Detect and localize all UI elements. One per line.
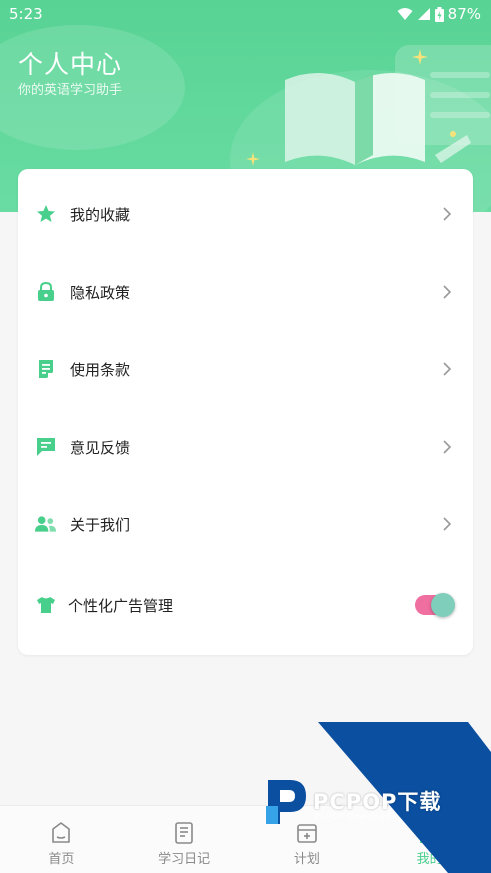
diary-icon [175, 822, 193, 844]
tab-label: 首页 [48, 852, 75, 867]
sparkle-icon [450, 131, 456, 137]
shirt-icon [35, 595, 56, 616]
tab-label: 计划 [293, 852, 320, 867]
menu-label: 我的收藏 [70, 205, 131, 224]
wifi-icon [397, 8, 413, 20]
toggle-knob[interactable] [431, 593, 455, 617]
chevron-right-icon [443, 362, 452, 376]
page-subtitle: 你的英语学习助手 [18, 83, 123, 98]
tab-home[interactable]: 首页 [0, 806, 123, 873]
home-icon [52, 822, 71, 843]
chevron-right-icon [443, 285, 452, 299]
chevron-right-icon [443, 207, 452, 221]
signal-icon [417, 8, 430, 20]
personalized-ads-toggle[interactable] [415, 593, 455, 617]
menu-item-about[interactable]: 关于我们 [18, 494, 473, 554]
watermark-subtext: PCPOP Download [315, 812, 391, 821]
status-time: 5:23 [9, 5, 43, 23]
menu-item-favorites[interactable]: 我的收藏 [18, 184, 473, 244]
page-title: 个人中心 [18, 50, 123, 79]
star-icon [35, 204, 56, 225]
chevron-right-icon [443, 517, 452, 531]
book-illustration [285, 72, 471, 165]
menu-item-terms[interactable]: 使用条款 [18, 339, 473, 399]
menu-label: 个性化广告管理 [68, 596, 174, 615]
menu-label: 隐私政策 [70, 283, 131, 302]
watermark-logo [266, 780, 306, 824]
settings-menu: 我的收藏 隐私政策 使用条款 意见反馈 关于我们 个性化广告管理 [18, 169, 473, 655]
tab-diary[interactable]: 学习日记 [123, 806, 246, 873]
menu-item-feedback[interactable]: 意见反馈 [18, 417, 473, 477]
status-bar: 5:23 87% [0, 0, 491, 28]
chat-icon [35, 437, 56, 458]
people-icon [35, 514, 56, 535]
tab-label: 学习日记 [158, 852, 211, 867]
chevron-right-icon [443, 440, 452, 454]
sparkle-icon [246, 152, 260, 166]
sparkle-icon [412, 49, 428, 65]
menu-item-ad-settings: 个性化广告管理 [18, 575, 473, 635]
document-icon [35, 359, 56, 380]
menu-label: 关于我们 [70, 515, 131, 534]
menu-item-privacy[interactable]: 隐私政策 [18, 262, 473, 322]
battery-icon [434, 6, 444, 22]
menu-label: 使用条款 [70, 360, 131, 379]
battery-level: 87% [447, 5, 481, 23]
menu-label: 意见反馈 [70, 438, 131, 457]
lock-icon [35, 282, 56, 303]
